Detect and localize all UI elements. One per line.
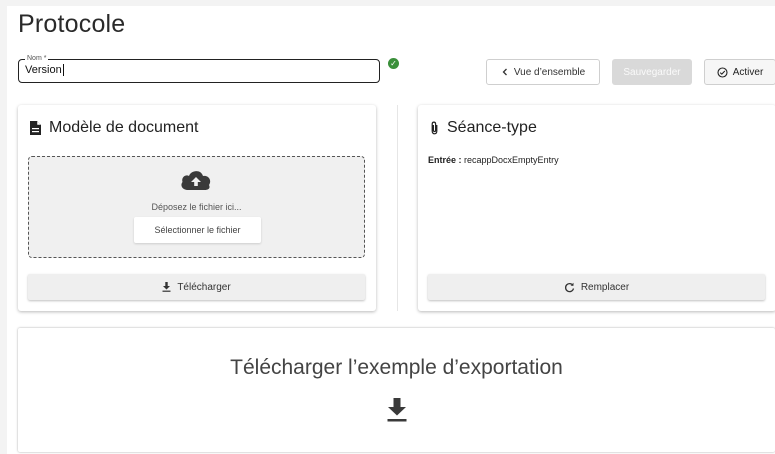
save-label: Sauvegarder (623, 66, 681, 78)
text-caret (62, 64, 64, 77)
chevron-left-icon (502, 68, 507, 76)
top-border (0, 0, 775, 6)
download-icon (162, 282, 171, 292)
activate-label: Activer (732, 66, 764, 78)
check-circle-icon: ✓ (388, 58, 399, 69)
entry-label: Entrée : (428, 155, 462, 165)
document-model-title-text: Modèle de document (49, 119, 199, 136)
cloud-upload-icon (181, 171, 211, 190)
entry-line: Entrée : recappDocxEmptyEntry (428, 155, 559, 165)
column-divider (397, 105, 398, 311)
seance-type-title: Séance-type (430, 119, 537, 137)
download-icon[interactable] (387, 398, 407, 422)
download-button[interactable]: Télécharger (28, 274, 365, 300)
entry-value: recappDocxEmptyEntry (464, 155, 559, 165)
dropzone-text: Déposez le fichier ici... (151, 202, 242, 212)
replace-label: Remplacer (580, 281, 630, 293)
left-border (0, 0, 7, 454)
seance-type-card: Séance-type Entrée : recappDocxEmptyEntr… (418, 105, 775, 311)
activate-button[interactable]: Activer (704, 59, 775, 85)
name-input-value[interactable]: Version (25, 64, 64, 77)
save-button[interactable]: Sauvegarder (612, 59, 692, 85)
replace-button[interactable]: Remplacer (428, 274, 765, 300)
seance-type-title-text: Séance-type (447, 119, 537, 136)
export-example-card[interactable]: Télécharger l’exemple d’exportation (18, 328, 775, 452)
overview-label: Vue d’ensemble (513, 66, 586, 78)
document-model-title: Modèle de document (30, 119, 198, 137)
page-title: Protocole (18, 10, 126, 38)
document-icon (30, 121, 41, 135)
overview-button[interactable]: Vue d’ensemble (486, 59, 600, 85)
select-file-button[interactable]: Sélectionner le fichier (134, 217, 261, 243)
check-circle-outline-icon (717, 66, 728, 78)
name-field-label: Nom * (25, 54, 49, 63)
file-dropzone[interactable]: Déposez le fichier ici... Sélectionner l… (28, 156, 365, 258)
download-label: Télécharger (177, 281, 231, 293)
paperclip-icon (431, 121, 438, 135)
document-model-card: Modèle de document Déposez le fichier ic… (18, 105, 376, 311)
refresh-icon (564, 282, 574, 292)
export-example-title: Télécharger l’exemple d’exportation (230, 356, 563, 379)
name-field[interactable]: Nom * Version (18, 54, 380, 83)
